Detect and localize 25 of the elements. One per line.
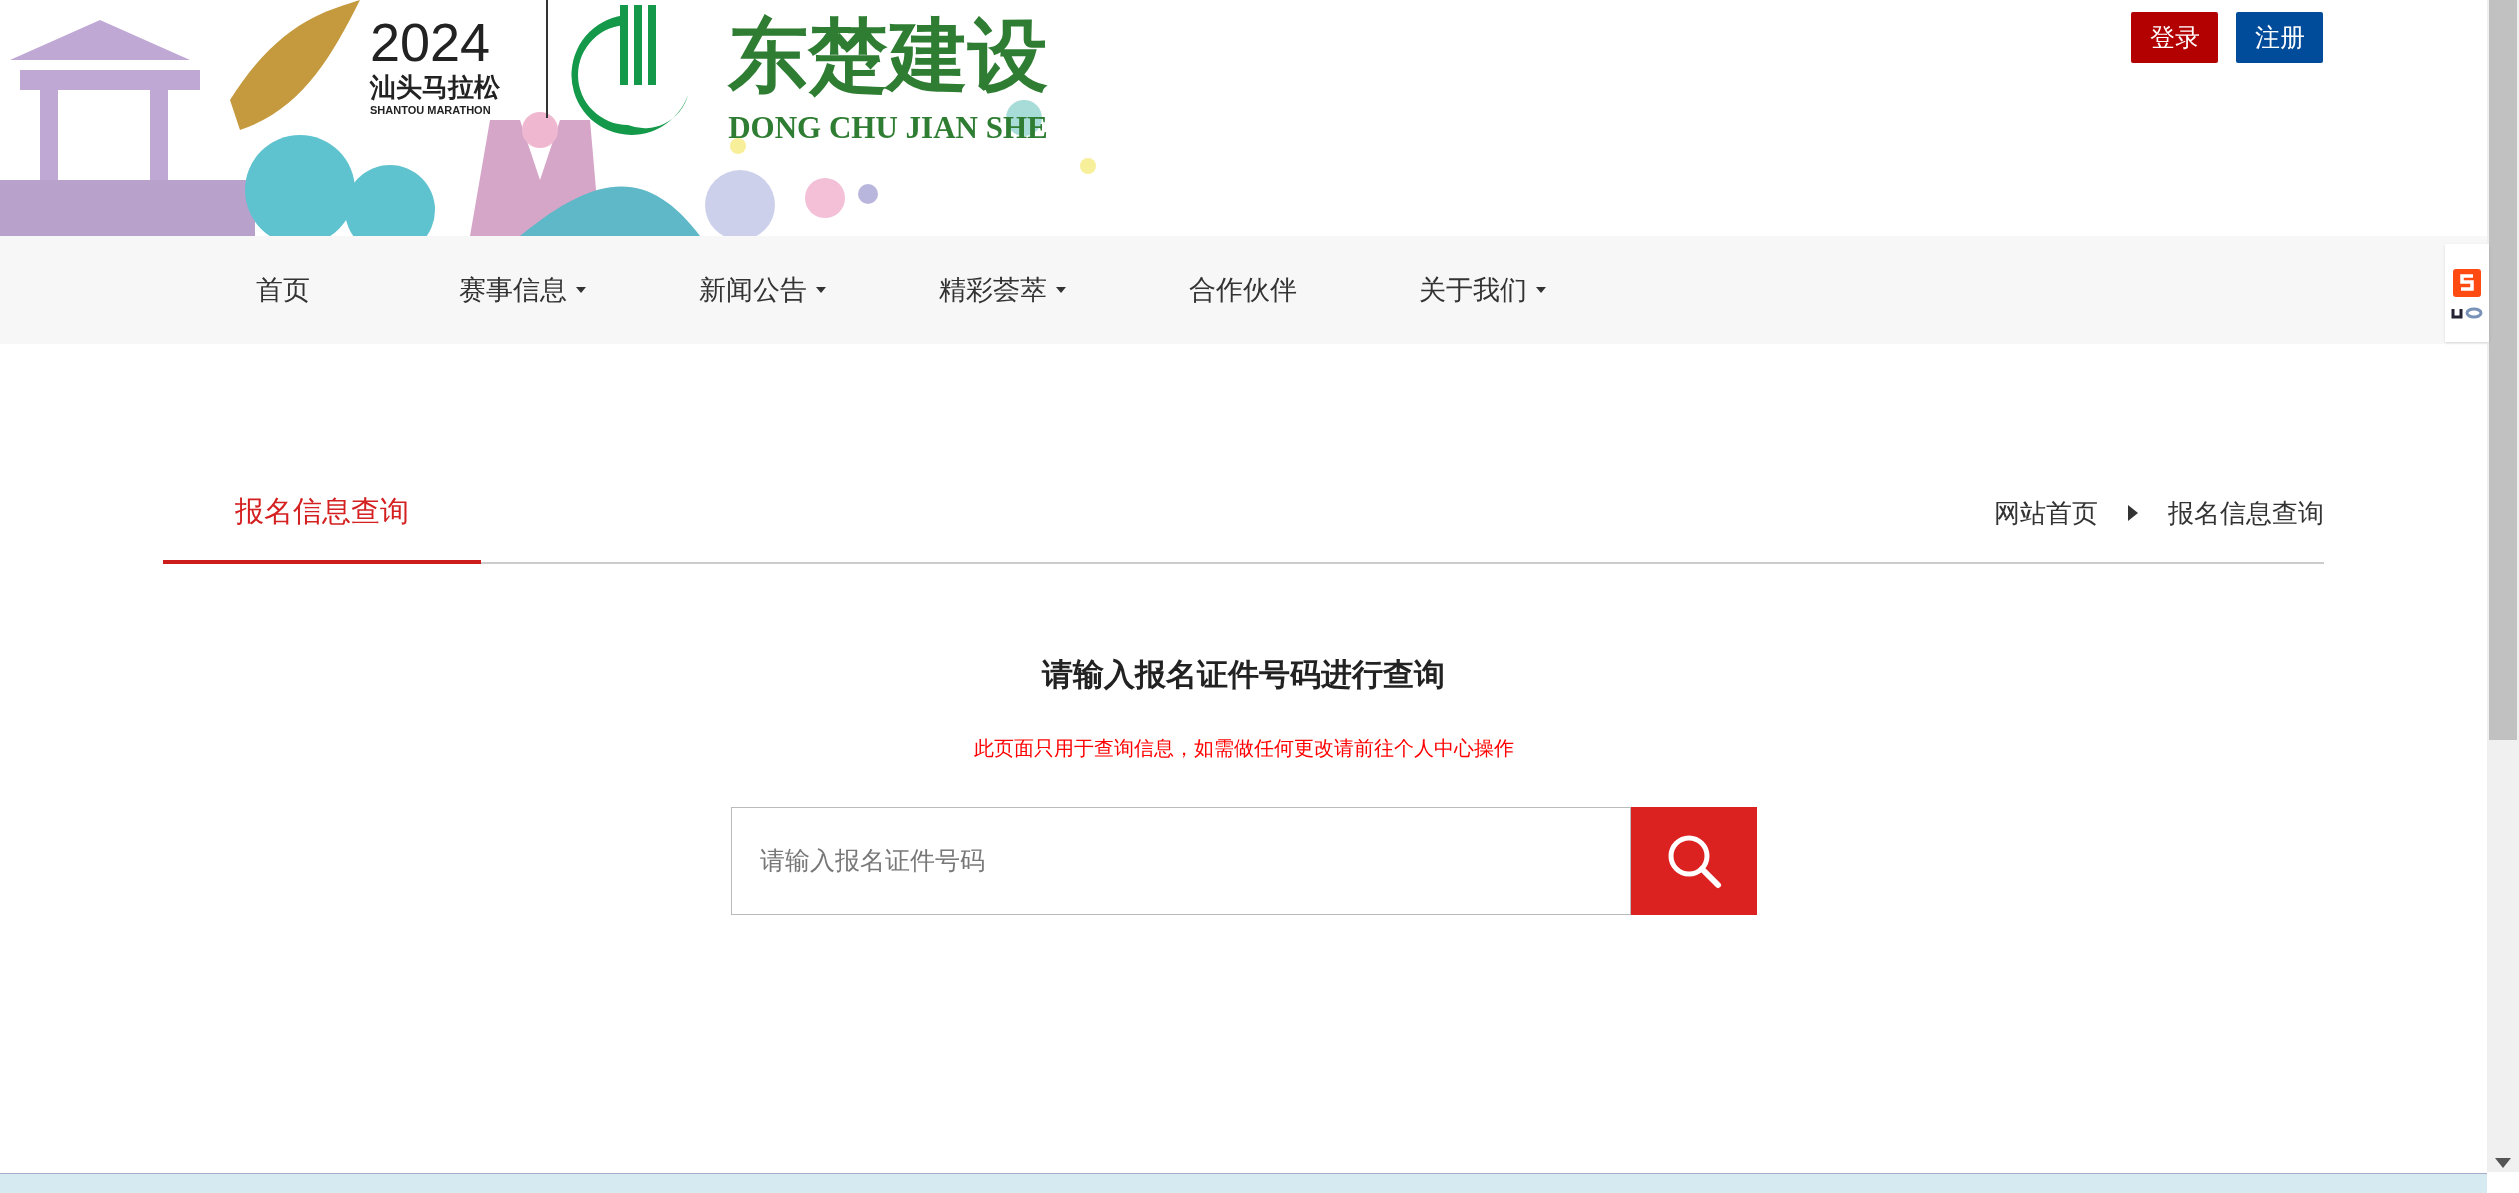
breadcrumb-link[interactable]: 报名信息查询: [2168, 493, 2324, 533]
marathon-name-en: SHANTOU MARATHON: [370, 103, 491, 118]
marathon-name: 汕头马拉松: [370, 72, 500, 102]
brand-name: 东楚建设: [728, 7, 1048, 104]
query-heading: 请输入报名证件号码进行查询: [1042, 656, 1445, 694]
nav-item[interactable]: 关于我们: [1363, 269, 1603, 311]
scrollbar-thumb[interactable]: [2489, 0, 2517, 740]
marathon-year: 2024: [370, 12, 491, 72]
nav-item[interactable]: 合作伙伴: [1123, 269, 1363, 311]
brand-name-en: DONG CHU JIAN SHE: [728, 109, 1048, 147]
nav-item[interactable]: 赛事信息: [403, 269, 643, 311]
s-logo-icon: [2451, 267, 2483, 299]
nav-item[interactable]: 首页: [163, 269, 403, 311]
nav-item[interactable]: 精彩荟萃: [883, 269, 1123, 311]
search-button[interactable]: [1630, 806, 1757, 915]
query-notice: 此页面只用于查询信息，如需做任何更改请前往个人中心操作: [973, 735, 1514, 761]
id-number-input[interactable]: 请输入报名证件号码: [730, 806, 1631, 915]
scroll-down-icon: [2495, 1158, 2511, 1168]
glyph-icon: [2451, 307, 2483, 319]
login-button[interactable]: 登录: [2131, 12, 2218, 63]
breadcrumb-link[interactable]: 网站首页: [1994, 493, 2098, 533]
breadcrumb-separator-icon: [2128, 505, 2138, 521]
register-button[interactable]: 注册: [2236, 12, 2323, 63]
nav-item[interactable]: 新闻公告: [643, 269, 883, 311]
section-tab[interactable]: 报名信息查询: [163, 464, 481, 564]
